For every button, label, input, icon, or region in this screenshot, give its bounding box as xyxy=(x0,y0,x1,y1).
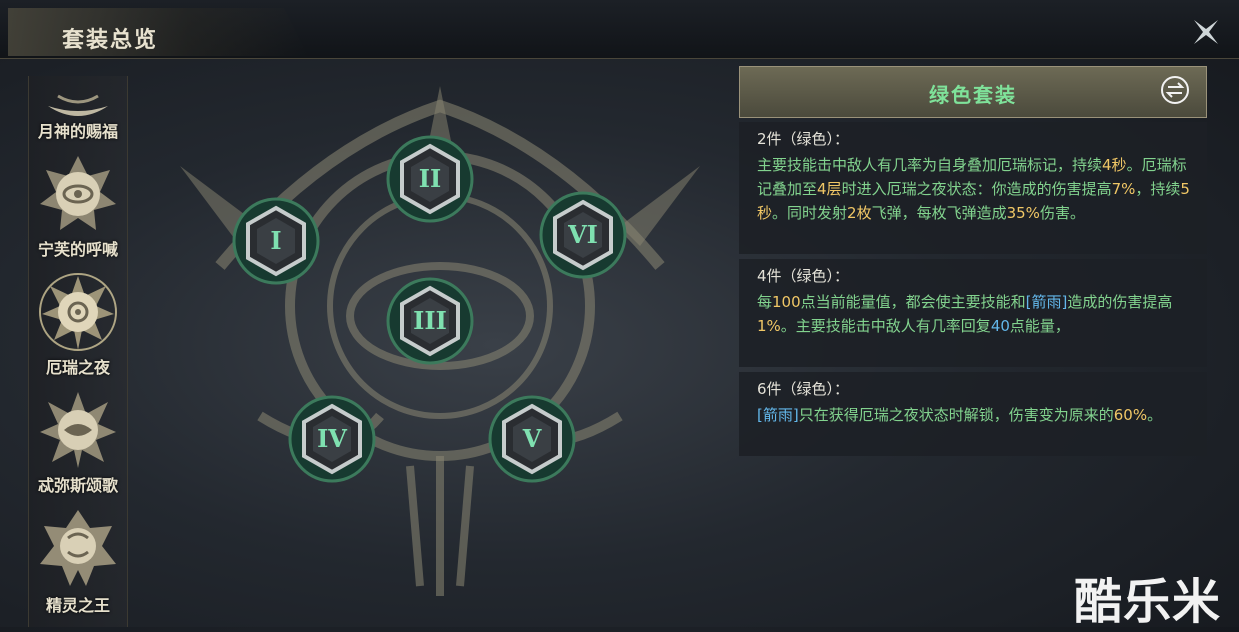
tier-heading: 4件（绿色）： xyxy=(757,267,850,285)
set-name-header: 绿色套装 xyxy=(739,66,1207,118)
value: 35% xyxy=(1006,204,1040,222)
tier-description: 主要技能击中敌人有几率为自身叠加厄瑞标记，持续4秒。厄瑞标记叠加至4层时进入厄瑞… xyxy=(757,153,1197,225)
set-item-nymph-call[interactable]: 宁芙的呼喊 xyxy=(29,154,127,272)
tier-heading: 2件（绿色）： xyxy=(757,130,850,148)
slot-numeral: II xyxy=(418,164,442,193)
tier-2pc: 2件（绿色）： 主要技能击中敌人有几率为自身叠加厄瑞标记，持续4秒。厄瑞标记叠加… xyxy=(739,122,1207,254)
slot-node-3[interactable]: III xyxy=(385,276,475,366)
watermark: 酷乐米 xyxy=(1074,574,1222,630)
text: 每 xyxy=(757,293,773,311)
text: 造成的伤害提高 xyxy=(1067,293,1173,311)
value: 2枚 xyxy=(847,204,872,222)
value: 100 xyxy=(772,293,801,311)
set-item-ere-night[interactable]: 厄瑞之夜 xyxy=(29,272,127,390)
set-item-label: 厄瑞之夜 xyxy=(45,358,110,377)
slot-numeral: VI xyxy=(568,220,598,249)
value: 1% xyxy=(757,317,781,335)
slot-node-1[interactable]: I xyxy=(231,196,321,286)
value: 7% xyxy=(1111,180,1136,198)
text: 。 xyxy=(1147,406,1163,424)
value: 4层 xyxy=(817,180,842,198)
text: 飞弹，每枚飞弹造成 xyxy=(871,204,1007,222)
star-eye-emblem-icon xyxy=(40,392,116,468)
slot-numeral: V xyxy=(522,424,542,453)
keyword: 40 xyxy=(990,317,1010,335)
text: 。主要技能击中敌人有几率回复 xyxy=(780,317,991,335)
slot-node-4[interactable]: IV xyxy=(287,394,377,484)
slot-numeral: III xyxy=(413,306,447,335)
switch-set-button[interactable] xyxy=(1160,75,1190,105)
tier-description: [箭雨]只在获得厄瑞之夜状态时解锁，伤害变为原来的60%。 xyxy=(757,403,1197,427)
text: ，持续 xyxy=(1135,180,1181,198)
text: 点当前能量值，都会使主要技能和 xyxy=(800,293,1026,311)
text: 主要技能击中敌人有几率为自身叠加厄瑞标记，持续 xyxy=(757,156,1103,174)
close-button[interactable] xyxy=(1188,14,1224,50)
slot-numeral: I xyxy=(270,226,282,255)
eye-emblem-icon xyxy=(40,156,116,230)
slot-node-2[interactable]: II xyxy=(385,134,475,224)
text: 时进入厄瑞之夜状态：你造成的伤害提高 xyxy=(841,180,1112,198)
slot-numeral: IV xyxy=(317,424,347,453)
set-list-sidebar[interactable]: 月神的赐福 宁芙的呼喊 厄瑞之夜 忒弥斯颂歌 精灵之王 xyxy=(28,76,128,627)
set-item-label: 忒弥斯颂歌 xyxy=(37,476,118,495)
text: 只在获得厄瑞之夜状态时解锁，伤害变为原来的 xyxy=(798,406,1114,424)
swap-arrows-icon xyxy=(1161,76,1189,104)
close-icon xyxy=(1194,20,1218,44)
title-bar xyxy=(0,0,1239,59)
set-item-label: 月神的赐福 xyxy=(37,122,118,141)
text: 伤害。 xyxy=(1039,204,1085,222)
set-item-themis-hymn[interactable]: 忒弥斯颂歌 xyxy=(29,390,127,508)
slot-node-5[interactable]: V xyxy=(487,394,577,484)
tier-6pc: 6件（绿色）： [箭雨]只在获得厄瑞之夜状态时解锁，伤害变为原来的60%。 xyxy=(739,372,1207,456)
set-name-title: 绿色套装 xyxy=(929,83,1017,107)
value: 4秒 xyxy=(1102,156,1127,174)
keyword: [箭雨] xyxy=(1025,293,1068,311)
elf-emblem-icon xyxy=(40,510,116,586)
value: 60% xyxy=(1113,406,1148,424)
set-item-elf-king[interactable]: 精灵之王 xyxy=(29,508,127,626)
tier-heading: 6件（绿色）： xyxy=(757,380,850,398)
set-item-label: 精灵之王 xyxy=(45,596,110,615)
sun-eye-emblem-icon xyxy=(39,273,117,351)
text: 。同时发射 xyxy=(772,204,848,222)
keyword: [箭雨] xyxy=(757,406,799,424)
text: 点能量， xyxy=(1009,317,1070,335)
slot-node-6[interactable]: VI xyxy=(538,190,628,280)
page-title: 套装总览 xyxy=(62,27,159,53)
tier-description: 每100点当前能量值，都会使主要技能和[箭雨]造成的伤害提高 1%。主要技能击中敌… xyxy=(757,290,1197,338)
tier-4pc: 4件（绿色）： 每100点当前能量值，都会使主要技能和[箭雨]造成的伤害提高 1%… xyxy=(739,259,1207,367)
set-item-label: 宁芙的呼喊 xyxy=(37,240,118,259)
